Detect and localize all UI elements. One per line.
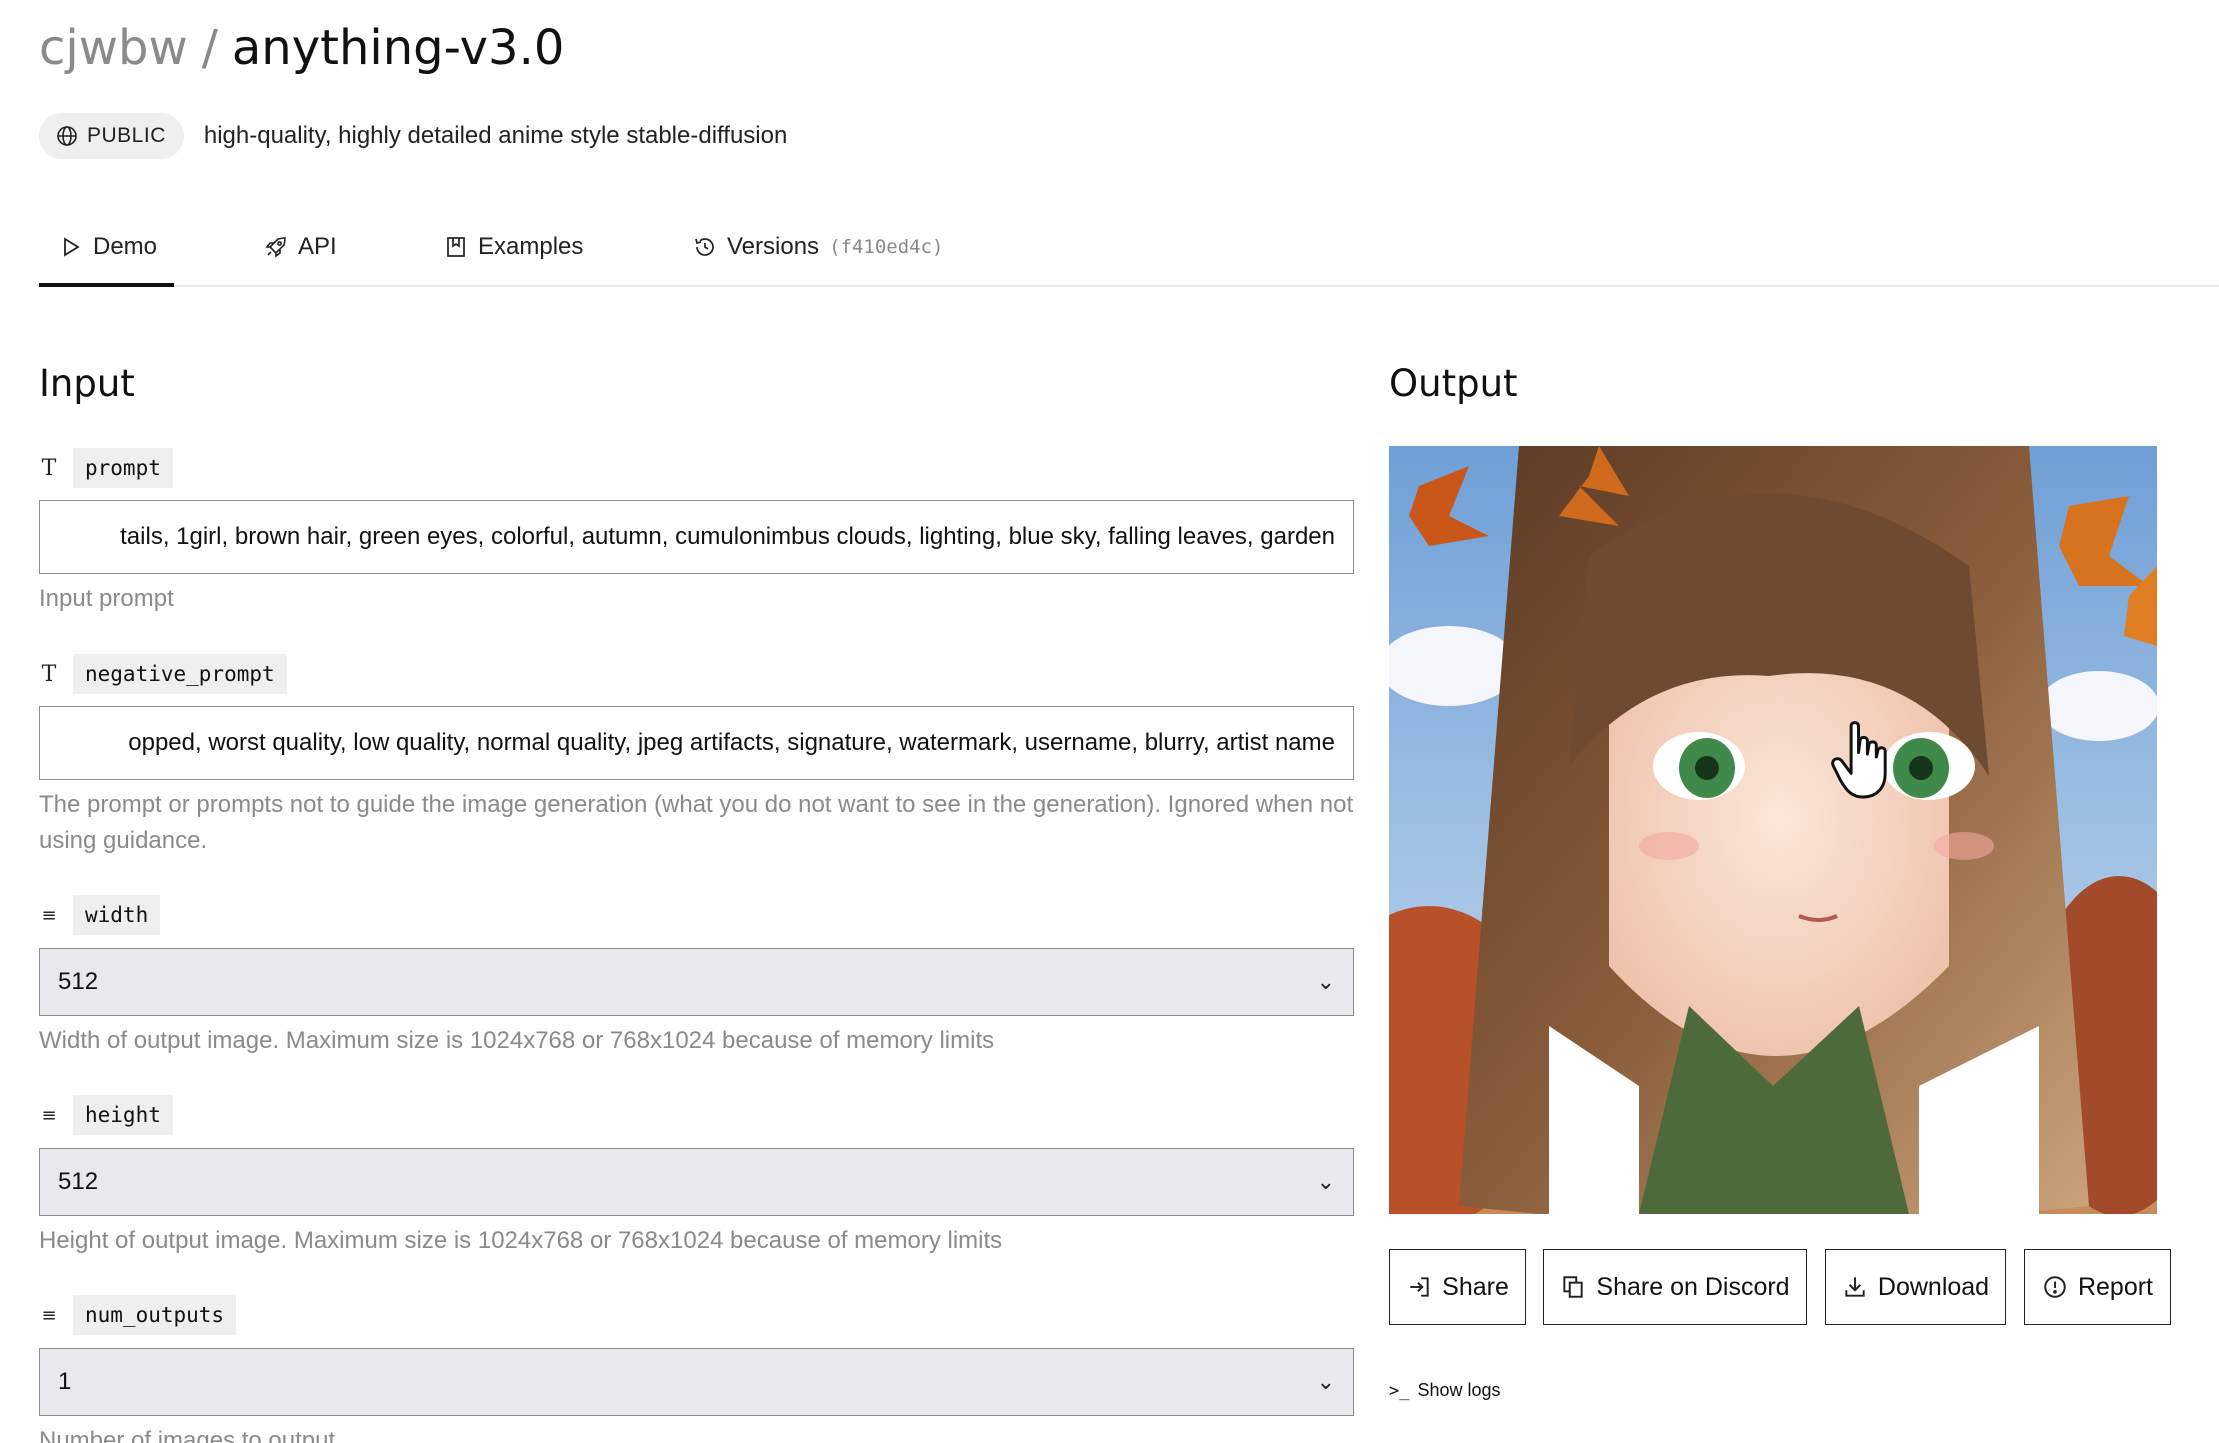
field-name: num_outputs	[73, 1295, 237, 1335]
chevron-down-icon: ⌄	[1316, 969, 1335, 994]
download-label: Download	[1877, 1272, 1990, 1301]
prompt-help: Input prompt	[39, 585, 174, 612]
negative-prompt-label: T negative_prompt	[39, 654, 287, 694]
share-label: Share	[1442, 1272, 1509, 1301]
tab-api[interactable]: API	[264, 225, 337, 287]
field-name: height	[73, 1095, 173, 1135]
share-button[interactable]: Share	[1389, 1249, 1526, 1325]
tab-label: Demo	[93, 233, 158, 260]
tab-demo[interactable]: Demo	[39, 225, 174, 287]
hand-cursor-icon	[1831, 721, 1887, 799]
output-image[interactable]	[1389, 446, 2157, 1214]
negative-prompt-value: opped, worst quality, low quality, norma…	[128, 729, 1335, 756]
negative-prompt-input[interactable]: opped, worst quality, low quality, norma…	[39, 706, 1354, 780]
width-help: Width of output image. Maximum size is 1…	[39, 1027, 995, 1054]
width-value: 512	[58, 968, 99, 995]
num-outputs-help: Number of images to output	[39, 1427, 336, 1443]
alert-circle-icon	[2044, 1276, 2066, 1298]
show-logs-label: Show logs	[1417, 1380, 1501, 1400]
model-description: high-quality, highly detailed anime styl…	[203, 122, 788, 149]
prompt-input[interactable]: tails, 1girl, brown hair, green eyes, co…	[39, 500, 1354, 574]
width-label: ≡ width	[39, 895, 161, 935]
height-help: Height of output image. Maximum size is …	[39, 1227, 1003, 1254]
show-logs-toggle[interactable]: >_ Show logs	[1389, 1380, 1501, 1401]
negative-prompt-help: The prompt or prompts not to guide the i…	[39, 791, 1354, 854]
chevron-down-icon: ⌄	[1316, 1169, 1335, 1194]
bookmark-icon	[447, 237, 465, 257]
height-value: 512	[58, 1168, 99, 1195]
version-hash: (f410ed4c)	[829, 236, 944, 258]
page-title: cjwbw / anything-v3.0	[39, 18, 564, 78]
tab-examples[interactable]: Examples	[444, 225, 583, 287]
model-name: anything-v3.0	[231, 20, 565, 76]
anime-portrait-image	[1389, 446, 2157, 1214]
text-type-icon: T	[41, 661, 57, 687]
list-type-icon: ≡	[41, 1104, 57, 1126]
visibility-badge: PUBLIC	[39, 113, 184, 159]
report-button[interactable]: Report	[2024, 1249, 2171, 1325]
text-type-icon: T	[41, 455, 57, 481]
share-on-discord-button[interactable]: Share on Discord	[1543, 1249, 1807, 1325]
download-button[interactable]: Download	[1825, 1249, 2006, 1325]
tab-bar: Demo API Examples Versions (f410ed4c)	[39, 225, 2219, 287]
tab-label: API	[298, 233, 337, 260]
download-icon	[1845, 1277, 1865, 1297]
visibility-label: PUBLIC	[87, 124, 166, 147]
rocket-icon	[265, 237, 286, 258]
tab-versions[interactable]: Versions (f410ed4c)	[693, 225, 943, 287]
tab-label: Versions	[727, 233, 820, 260]
copy-icon	[1563, 1276, 1584, 1298]
visibility-row: PUBLIC high-quality, highly detailed ani…	[39, 113, 787, 159]
num-outputs-select[interactable]: 1 ⌄	[39, 1348, 1354, 1416]
owner-link[interactable]: cjwbw	[39, 20, 188, 76]
field-name: width	[73, 895, 161, 935]
list-type-icon: ≡	[41, 904, 57, 926]
width-select[interactable]: 512 ⌄	[39, 948, 1354, 1016]
prompt-label: T prompt	[39, 448, 173, 488]
list-type-icon: ≡	[41, 1304, 57, 1326]
prompt-value: tails, 1girl, brown hair, green eyes, co…	[120, 523, 1335, 550]
history-icon	[695, 238, 714, 256]
field-name: negative_prompt	[73, 654, 287, 694]
terminal-icon: >_	[1389, 1380, 1410, 1401]
output-heading: Output	[1389, 362, 1518, 405]
page: cjwbw / anything-v3.0 PUBLIC high-quality,…	[0, 0, 2219, 1443]
share-icon	[1410, 1277, 1429, 1297]
chevron-down-icon: ⌄	[1316, 1369, 1335, 1394]
num-outputs-value: 1	[58, 1368, 72, 1395]
height-select[interactable]: 512 ⌄	[39, 1148, 1354, 1216]
discord-label: Share on Discord	[1596, 1272, 1790, 1301]
globe-icon	[57, 126, 77, 146]
tab-label: Examples	[478, 233, 584, 260]
height-label: ≡ height	[39, 1095, 173, 1135]
title-separator: /	[201, 20, 218, 76]
play-icon	[64, 237, 80, 257]
input-heading: Input	[39, 362, 135, 405]
num-outputs-label: ≡ num_outputs	[39, 1295, 237, 1335]
field-name: prompt	[73, 448, 173, 488]
report-label: Report	[2077, 1272, 2154, 1301]
